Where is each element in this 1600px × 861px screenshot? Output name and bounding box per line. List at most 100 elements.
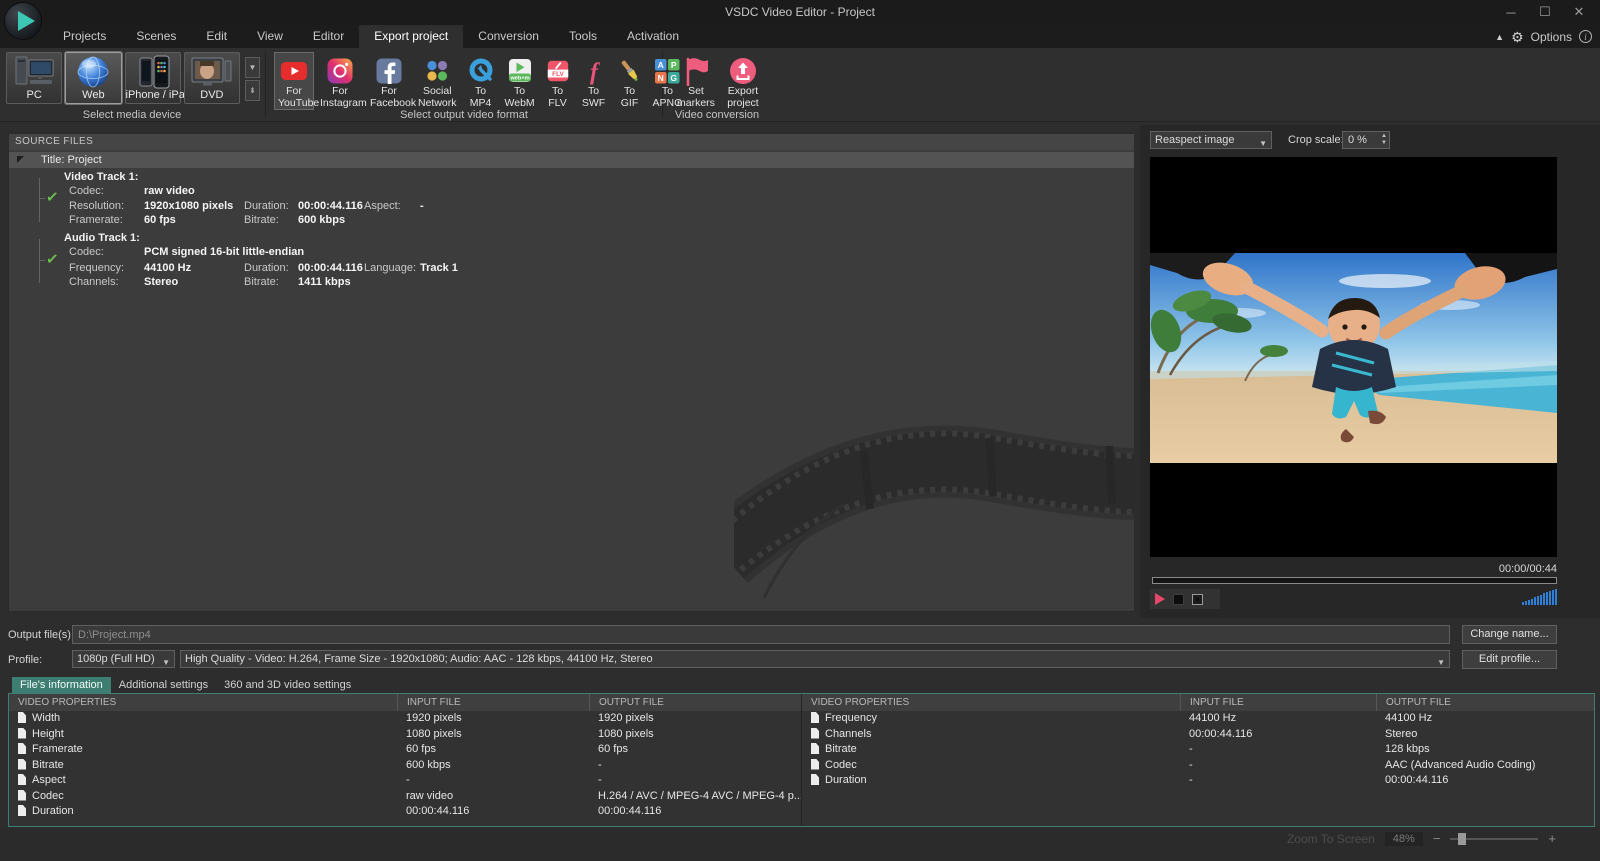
edit-profile-button[interactable]: Edit profile... xyxy=(1462,650,1557,669)
profile-description-select[interactable]: High Quality - Video: H.264, Frame Size … xyxy=(180,650,1450,668)
menu-editor[interactable]: Editor xyxy=(298,25,359,48)
crop-scale-spinner[interactable]: 0 % ▲▼ xyxy=(1342,131,1390,149)
format-mp4-button[interactable]: ToMP4 xyxy=(463,52,499,110)
gear-icon: ⚙ xyxy=(1511,30,1524,44)
table-row[interactable]: Channels00:00:44.116Stereo xyxy=(802,727,1594,743)
maximize-button[interactable]: ☐ xyxy=(1528,0,1562,24)
tab-360-3d-settings[interactable]: 360 and 3D video settings xyxy=(216,677,359,693)
doc-icon xyxy=(18,805,26,816)
stop-button[interactable] xyxy=(1173,594,1184,605)
tree-collapse-icon[interactable] xyxy=(17,156,24,163)
aspect-value: - xyxy=(420,200,500,212)
format-swf-button[interactable]: f ToSWF xyxy=(577,52,611,110)
table-row[interactable]: Height1080 pixels1080 pixels xyxy=(9,727,801,743)
device-pc-button[interactable]: PC xyxy=(6,52,62,104)
profile-select[interactable]: 1080p (Full HD) ▼ xyxy=(72,650,175,668)
col-input-file: INPUT FILE xyxy=(1180,694,1376,711)
format-facebook-button[interactable]: ForFacebook xyxy=(366,52,412,110)
device-iphone-button[interactable]: iPhone / iPad xyxy=(125,52,181,104)
aspect-label: Aspect: xyxy=(364,200,420,212)
table-row[interactable]: Aspect-- xyxy=(9,773,801,789)
doc-icon xyxy=(18,759,26,770)
audio-codec-value: PCM signed 16-bit little-endian xyxy=(144,246,244,258)
tab-files-information[interactable]: File's information xyxy=(12,677,111,693)
frequency-value: 44100 Hz xyxy=(144,262,244,274)
menu-view[interactable]: View xyxy=(242,25,298,48)
audio-check-icon: ✓ xyxy=(45,249,59,268)
table-row[interactable]: Frequency44100 Hz44100 Hz xyxy=(802,711,1594,727)
table-row[interactable]: Duration-00:00:44.116 xyxy=(802,773,1594,789)
device-scroll-up-button[interactable]: ▼ xyxy=(245,57,260,78)
table-row[interactable]: Codecraw videoH.264 / AVC / MPEG-4 AVC /… xyxy=(9,789,801,805)
audio-bitrate-label: Bitrate: xyxy=(244,276,298,288)
zoom-slider-handle[interactable] xyxy=(1458,833,1466,845)
video-track-title: Video Track 1: xyxy=(64,171,138,183)
tree-line xyxy=(39,198,45,199)
table-row[interactable]: Duration00:00:44.11600:00:44.116 xyxy=(9,804,801,820)
col-video-properties: VIDEO PROPERTIES xyxy=(9,694,397,711)
group-output-format: ForYouTube ForInstagram ForFacebook Soci… xyxy=(267,48,661,122)
resolution-label: Resolution: xyxy=(69,200,144,212)
svg-text:FLV: FLV xyxy=(552,71,564,78)
device-scroll-down-button[interactable]: ⇟ xyxy=(245,80,260,101)
zoom-to-screen-label[interactable]: Zoom To Screen xyxy=(1287,832,1375,846)
col-output-file: OUTPUT FILE xyxy=(589,694,801,711)
set-markers-button[interactable]: Setmarkers xyxy=(673,52,719,110)
tab-additional-settings[interactable]: Additional settings xyxy=(111,677,216,693)
table-row[interactable]: Bitrate600 kbps- xyxy=(9,758,801,774)
web-icon xyxy=(66,55,120,89)
social-network-icon xyxy=(418,55,457,86)
options-button[interactable]: Options xyxy=(1531,30,1572,44)
menu-activation[interactable]: Activation xyxy=(612,25,694,48)
video-codec-value: raw video xyxy=(144,185,244,197)
collapse-ribbon-icon[interactable]: ▲ xyxy=(1495,32,1504,42)
language-value: Track 1 xyxy=(420,262,500,274)
output-file-input[interactable] xyxy=(72,625,1450,644)
table-row[interactable]: Codec-AAC (Advanced Audio Coding) xyxy=(802,758,1594,774)
language-label: Language: xyxy=(364,262,420,274)
format-flv-button[interactable]: FLV ToFLV xyxy=(541,52,575,110)
play-button[interactable] xyxy=(1155,593,1165,605)
fullframe-button[interactable] xyxy=(1192,594,1203,605)
table-row[interactable]: Width1920 pixels1920 pixels xyxy=(9,711,801,727)
table-row[interactable]: Framerate60 fps60 fps xyxy=(9,742,801,758)
format-social-network-button[interactable]: SocialNetwork xyxy=(414,52,461,110)
menu-conversion[interactable]: Conversion xyxy=(463,25,554,48)
seekbar[interactable] xyxy=(1152,577,1557,584)
info-icon[interactable]: i xyxy=(1579,30,1592,43)
format-webm-button[interactable]: web+m ToWebM xyxy=(501,52,539,110)
menu-edit[interactable]: Edit xyxy=(191,25,242,48)
close-button[interactable]: ✕ xyxy=(1562,0,1596,24)
file-information-panel: VIDEO PROPERTIES INPUT FILE OUTPUT FILE … xyxy=(8,693,1595,827)
zoom-out-icon[interactable]: − xyxy=(1433,831,1441,846)
device-web-button[interactable]: Web xyxy=(65,52,121,104)
format-gif-button[interactable]: ToGIF xyxy=(613,52,647,110)
format-instagram-button[interactable]: ForInstagram xyxy=(316,52,364,110)
menu-projects[interactable]: Projects xyxy=(48,25,121,48)
menu-export-project[interactable]: Export project xyxy=(359,25,463,48)
minimize-button[interactable]: ─ xyxy=(1494,0,1528,24)
spinner-up-icon[interactable]: ▲ xyxy=(1381,133,1387,140)
device-dvd-button[interactable]: DVD xyxy=(184,52,240,104)
doc-icon xyxy=(18,712,26,723)
project-title-row[interactable]: Title: Project xyxy=(9,152,1134,168)
video-preview[interactable] xyxy=(1150,157,1557,557)
menu-scenes[interactable]: Scenes xyxy=(121,25,191,48)
reaspect-select[interactable]: Reaspect image ▼ xyxy=(1150,131,1272,149)
video-properties-table: VIDEO PROPERTIES INPUT FILE OUTPUT FILE … xyxy=(9,694,801,826)
menu-tools[interactable]: Tools xyxy=(554,25,612,48)
export-project-button[interactable]: Exportproject xyxy=(721,52,765,110)
format-youtube-button[interactable]: ForYouTube xyxy=(274,52,314,110)
source-files-header: SOURCE FILES xyxy=(9,134,1134,150)
channels-value: Stereo xyxy=(144,276,244,288)
zoom-in-icon[interactable]: + xyxy=(1548,831,1556,846)
change-name-button[interactable]: Change name... xyxy=(1462,625,1557,644)
table-row[interactable]: Bitrate-128 kbps xyxy=(802,742,1594,758)
spinner-down-icon[interactable]: ▼ xyxy=(1381,140,1387,147)
crop-scale-label: Crop scale: xyxy=(1288,134,1344,146)
col-output-file: OUTPUT FILE xyxy=(1376,694,1594,711)
output-files-label: Output file(s): xyxy=(8,629,74,641)
frequency-label: Frequency: xyxy=(69,262,144,274)
youtube-icon xyxy=(278,55,310,86)
zoom-slider[interactable] xyxy=(1450,838,1538,840)
